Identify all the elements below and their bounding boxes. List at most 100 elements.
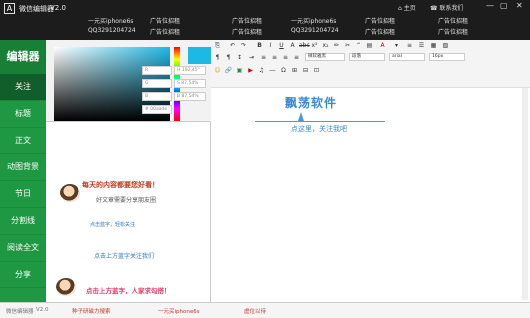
home-link[interactable]: ⌂ 主页 — [398, 3, 416, 12]
status-link-2[interactable]: 一元买iphone6s — [158, 307, 200, 315]
status-version: V2.0 — [36, 307, 49, 313]
arrow-up-icon — [298, 112, 304, 121]
font-select[interactable]: arial — [389, 53, 425, 61]
video-icon[interactable]: ▶ — [246, 66, 255, 75]
status-bar: 微信编辑器 V2.0 种子研磁力搜索 一元买iphone6s 虚位以待 — [0, 302, 530, 318]
preview-icon[interactable]: ⊡ — [312, 66, 321, 75]
maximize-button[interactable]: ▢ — [500, 1, 508, 10]
app-title: 微信编辑器 — [19, 5, 54, 13]
horizontal-rule-icon[interactable]: ― — [268, 66, 277, 75]
font-family-select[interactable]: 微软雅黑 — [305, 53, 345, 61]
status-link-3[interactable]: 虚位以待 — [244, 307, 266, 315]
superscript-icon[interactable]: x² — [310, 41, 319, 50]
image-icon[interactable]: ▣ — [235, 66, 244, 75]
sidebar-item-read-more[interactable]: 阅读全文 — [0, 235, 46, 262]
color-field-g[interactable]: G — [142, 79, 172, 88]
ad-3-line1[interactable]: 广告位招租 — [232, 16, 262, 25]
special-chars-icon[interactable]: Ω — [279, 66, 288, 75]
editor-content[interactable]: 飘荡软件 点这里，关注我吧 — [211, 88, 530, 302]
back-color-icon[interactable]: ▾ — [392, 41, 401, 50]
row-spacing-bottom-icon[interactable]: ¶ — [224, 53, 233, 62]
emotion-icon[interactable]: ☺ — [213, 66, 222, 75]
insert-ordered-list-icon[interactable]: ≡ — [405, 41, 414, 50]
app-version: V2.0 — [50, 4, 66, 12]
insert-unordered-list-icon[interactable]: ☰ — [417, 41, 426, 50]
template-avatar — [60, 184, 80, 202]
merge-cells-icon[interactable]: ⊟ — [301, 66, 310, 75]
app-logo: A — [4, 3, 15, 14]
ad-2-line1[interactable]: 广告位招租 — [150, 16, 180, 25]
ad-6-line1[interactable]: 广告位招租 — [438, 16, 468, 25]
ad-5-line2[interactable]: 广告位招租 — [365, 27, 395, 36]
sidebar-item-heading[interactable]: 标题 — [0, 101, 46, 128]
table-icon[interactable]: ⊞ — [290, 66, 299, 75]
format-clear-icon[interactable]: ✏ — [332, 41, 341, 50]
color-field-r[interactable]: R — [142, 66, 172, 75]
ad-5-line1[interactable]: 广告位招租 — [365, 16, 395, 25]
template-follow-2[interactable]: 点击上方蓝字关注我们 — [94, 251, 154, 260]
subscript-icon[interactable]: x₂ — [321, 41, 330, 50]
select-all-icon[interactable]: ▦ — [429, 41, 438, 50]
template-title-1[interactable]: 每天的内容都要您好看！ — [82, 180, 159, 190]
ad-1-line2[interactable]: QQ3291204724 — [88, 27, 136, 34]
border-icon[interactable]: A — [288, 41, 297, 50]
minimize-button[interactable]: — — [486, 1, 494, 10]
indent-icon[interactable]: ⇥ — [247, 53, 256, 62]
ad-3-line2[interactable]: 广告位招租 — [232, 27, 262, 36]
editor-subtitle[interactable]: 点这里，关注我吧 — [291, 124, 347, 134]
font-size-select[interactable]: 16px — [429, 53, 465, 61]
title-bar: A 微信编辑器 V2.0 一元买iphone6s QQ3291204724 广告… — [0, 0, 530, 40]
editor-scrollbar[interactable] — [522, 88, 528, 300]
sidebar-item-divider[interactable]: 分割线 — [0, 208, 46, 235]
close-button[interactable]: ✕ — [516, 1, 523, 10]
font-color-icon[interactable]: A — [378, 41, 387, 50]
underline-icon[interactable]: U — [277, 41, 286, 50]
justify-right-icon[interactable]: ≡ — [281, 53, 290, 62]
justify-full-icon[interactable]: ≡ — [292, 53, 301, 62]
quote-icon[interactable]: “ — [354, 41, 363, 50]
justify-left-icon[interactable]: ≡ — [259, 53, 268, 62]
paste-text-icon[interactable]: ▤ — [365, 41, 374, 50]
line-height-icon[interactable]: ↕ — [235, 53, 244, 62]
undo-icon[interactable]: ↶ — [228, 41, 237, 50]
ad-4-line2[interactable]: QQ3291204724 — [291, 27, 339, 34]
redo-icon[interactable]: ↷ — [239, 41, 248, 50]
source-icon[interactable]: ⎘ — [213, 41, 222, 50]
clear-doc-icon[interactable]: ▧ — [441, 41, 450, 50]
ad-4-line1[interactable]: 一元买iphone6s — [291, 16, 336, 25]
strikethrough-icon[interactable]: abc — [299, 41, 310, 50]
ad-2-line2[interactable]: 广告位招租 — [150, 27, 180, 36]
sidebar-item-share[interactable]: 分享 — [0, 262, 46, 289]
status-link-1[interactable]: 种子研磁力搜索 — [72, 307, 111, 315]
sidebar-item-follow[interactable]: 关注 — [0, 74, 46, 101]
music-icon[interactable]: ♫ — [257, 66, 266, 75]
sidebar-item-animated-bg[interactable]: 动图背景 — [0, 154, 46, 182]
format-painter-icon[interactable]: ✂ — [343, 41, 352, 50]
color-field-hex[interactable]: # 00aade — [142, 105, 172, 114]
justify-center-icon[interactable]: ≡ — [270, 53, 279, 62]
sidebar-item-festival[interactable]: 节日 — [0, 181, 46, 208]
status-app-name: 微信编辑器 — [6, 309, 34, 315]
editor-toolbar: ⎘ ↶ ↷ B I U A abc x² x₂ ✏ ✂ “ ▤ A ▾ ≡ ☰ … — [211, 40, 530, 88]
template-follow-3[interactable]: 点击上方蓝字，人家求勾搭！ — [86, 285, 171, 295]
paragraph-select[interactable]: 段落 — [349, 53, 385, 61]
template-follow-1[interactable]: 点击蓝字，轻松关注 — [90, 221, 135, 228]
editor-heading[interactable]: 飘荡软件 — [285, 94, 337, 111]
sidebar-item-body[interactable]: 正文 — [0, 128, 46, 155]
template-subtitle-1[interactable]: 好文章需要分享朋友圈 — [96, 195, 156, 204]
color-field-s[interactable]: S 87,54% — [174, 79, 206, 88]
sidebar-title: 编辑器 — [0, 40, 46, 74]
link-icon[interactable]: 🔗 — [224, 66, 233, 75]
row-spacing-top-icon[interactable]: ¶ — [213, 53, 222, 62]
color-field-brightness[interactable]: B 87,54% — [174, 92, 206, 101]
bold-icon[interactable]: B — [255, 41, 264, 50]
color-field-b[interactable]: B — [142, 92, 172, 101]
contact-link[interactable]: ☎ 联系我们 — [430, 3, 463, 12]
contact-icon: ☎ — [430, 5, 440, 12]
template-panel: 颜色设置 R H 192,45° G S 87,54% B B 87,54% #… — [46, 40, 246, 302]
editor-area: ⎘ ↶ ↷ B I U A abc x² x₂ ✏ ✂ “ ▤ A ▾ ≡ ☰ … — [211, 40, 530, 302]
italic-icon[interactable]: I — [266, 41, 275, 50]
ad-1-line1[interactable]: 一元买iphone6s — [88, 16, 133, 25]
ad-6-line2[interactable]: 广告位招租 — [438, 27, 468, 36]
color-field-h[interactable]: H 192,45° — [174, 66, 206, 75]
